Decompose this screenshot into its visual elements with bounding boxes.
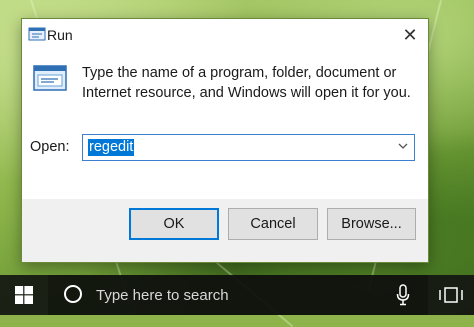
- dialog-title: Run: [47, 27, 73, 43]
- open-combobox[interactable]: regedit: [82, 134, 415, 161]
- close-icon: ✕: [402, 24, 418, 45]
- start-button[interactable]: [0, 275, 48, 315]
- taskbar-search-box[interactable]: Type here to search: [48, 275, 428, 315]
- open-label: Open:: [30, 139, 70, 155]
- ok-button-label: OK: [163, 216, 185, 232]
- run-app-icon: [28, 27, 46, 41]
- taskbar: Type here to search: [0, 275, 474, 315]
- chevron-down-icon[interactable]: [398, 141, 408, 151]
- run-window-icon: [33, 65, 67, 91]
- search-placeholder[interactable]: Type here to search: [96, 287, 229, 304]
- ok-button[interactable]: OK: [129, 208, 219, 240]
- close-button[interactable]: ✕: [396, 21, 424, 49]
- cancel-button-label: Cancel: [250, 216, 296, 232]
- dialog-titlebar[interactable]: Run ✕: [22, 19, 428, 51]
- run-dialog: Run ✕ Type the name of a program, folder…: [21, 18, 429, 263]
- instruction-text: Type the name of a program, folder, docu…: [82, 65, 411, 101]
- windows-logo-icon: [15, 286, 33, 304]
- microphone-icon[interactable]: [396, 284, 410, 306]
- cortana-circle-icon[interactable]: [64, 285, 82, 303]
- open-input-value[interactable]: regedit: [88, 139, 135, 156]
- cancel-button[interactable]: Cancel: [228, 208, 318, 240]
- browse-button[interactable]: Browse...: [327, 208, 416, 240]
- task-view-icon[interactable]: [438, 285, 464, 305]
- browse-button-label: Browse...: [341, 216, 402, 232]
